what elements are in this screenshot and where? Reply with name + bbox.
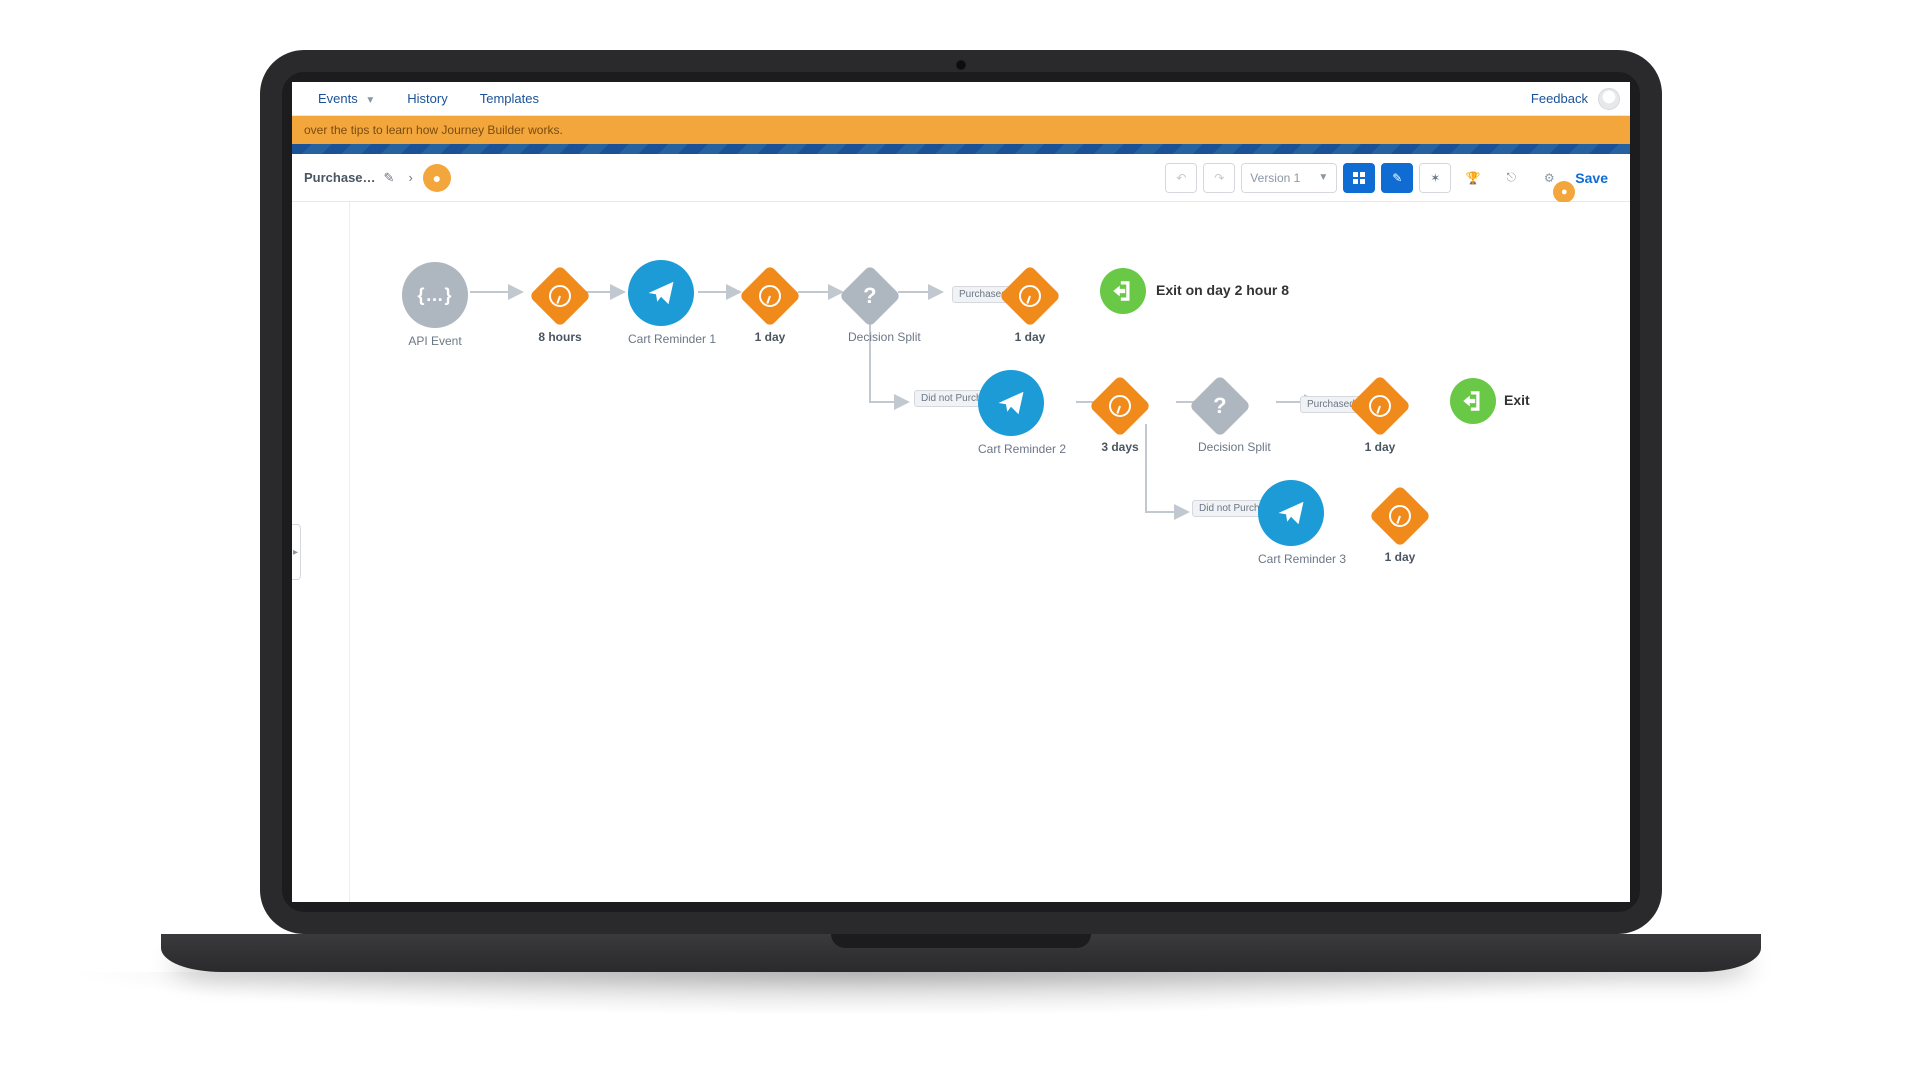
node-label: API Event bbox=[402, 334, 468, 348]
wait-1-day-c[interactable]: 1 day bbox=[1358, 384, 1402, 454]
node-label: 1 day bbox=[1378, 550, 1422, 564]
tips-banner: over the tips to learn how Journey Build… bbox=[292, 116, 1630, 144]
node-label: 1 day bbox=[1008, 330, 1052, 344]
nav-events[interactable]: Events ▼ bbox=[302, 91, 391, 106]
node-label: Decision Split bbox=[848, 330, 921, 344]
tip-coin-icon[interactable]: ● bbox=[423, 164, 451, 192]
node-label: 8 hours bbox=[538, 330, 582, 344]
entry-api-event[interactable]: {…} API Event bbox=[402, 262, 468, 348]
clock-icon bbox=[1109, 395, 1131, 417]
tips-banner-text: over the tips to learn how Journey Build… bbox=[304, 123, 563, 137]
goal-button[interactable]: 🏆 bbox=[1457, 163, 1489, 193]
node-label: Cart Reminder 1 bbox=[628, 332, 716, 346]
node-label: 1 day bbox=[748, 330, 792, 344]
clock-icon bbox=[1019, 285, 1041, 307]
layout-view-button[interactable] bbox=[1343, 163, 1375, 193]
tip-coin-icon: ● bbox=[1553, 181, 1575, 203]
clock-icon bbox=[549, 285, 571, 307]
api-event-icon: {…} bbox=[417, 285, 452, 306]
decision-split-2[interactable]: ? Decision Split bbox=[1198, 384, 1271, 454]
activity-cart-reminder-3[interactable]: Cart Reminder 3 bbox=[1258, 480, 1346, 566]
exit-icon bbox=[1110, 278, 1136, 304]
wait-3-days[interactable]: 3 days bbox=[1098, 384, 1142, 454]
nav-templates[interactable]: Templates bbox=[464, 91, 555, 106]
send-icon bbox=[1276, 498, 1306, 528]
clock-icon bbox=[1389, 505, 1411, 527]
wait-1-day-a[interactable]: 1 day bbox=[748, 274, 792, 344]
edit-title-icon[interactable]: ✎ bbox=[384, 170, 395, 186]
top-nav: Events ▼ History Templates Feedback bbox=[292, 82, 1630, 116]
save-button[interactable]: Save bbox=[1565, 170, 1618, 186]
node-label: 1 day bbox=[1358, 440, 1402, 454]
send-icon bbox=[646, 278, 676, 308]
exit-1[interactable] bbox=[1100, 268, 1146, 314]
undo-button[interactable]: ↶ bbox=[1165, 163, 1197, 193]
node-label: 3 days bbox=[1098, 440, 1142, 454]
journey-title: Purchase… bbox=[304, 170, 376, 185]
version-selector[interactable]: Version 1 ▼ bbox=[1241, 163, 1337, 193]
question-icon: ? bbox=[1213, 393, 1226, 419]
redo-button[interactable]: ↷ bbox=[1203, 163, 1235, 193]
chevron-down-icon: ▼ bbox=[365, 95, 375, 106]
nav-history[interactable]: History bbox=[391, 91, 463, 106]
exit-2-label: Exit bbox=[1504, 392, 1530, 408]
chevron-down-icon: ▼ bbox=[1318, 172, 1328, 183]
node-label: Cart Reminder 3 bbox=[1258, 552, 1346, 566]
exit-2[interactable] bbox=[1450, 378, 1496, 424]
edit-mode-button[interactable]: ✎ bbox=[1381, 163, 1413, 193]
exit-1-label: Exit on day 2 hour 8 bbox=[1156, 282, 1289, 298]
panel-gutter: ▸ bbox=[292, 202, 350, 902]
decision-split-1[interactable]: ? Decision Split bbox=[848, 274, 921, 344]
laptop-camera bbox=[956, 60, 966, 70]
settings-button[interactable]: ⚙ ● bbox=[1533, 163, 1565, 193]
validate-button[interactable]: ✶ bbox=[1419, 163, 1451, 193]
send-icon bbox=[996, 388, 1026, 418]
laptop-base bbox=[161, 934, 1761, 972]
wait-1-day-d[interactable]: 1 day bbox=[1378, 494, 1422, 564]
journey-toolbar: Purchase… ✎ › ● ↶ ↷ Version 1 ▼ ✎ ✶ 🏆 ⎋ bbox=[292, 154, 1630, 202]
version-label: Version 1 bbox=[1250, 171, 1300, 185]
journey-canvas[interactable]: ▸ bbox=[292, 202, 1630, 902]
clock-icon bbox=[1369, 395, 1391, 417]
wait-1-day-b[interactable]: 1 day bbox=[1008, 274, 1052, 344]
layout-icon bbox=[1352, 171, 1366, 185]
wait-8-hours[interactable]: 8 hours bbox=[538, 274, 582, 344]
app-screen: Events ▼ History Templates Feedback over… bbox=[292, 82, 1630, 902]
exit-criteria-button[interactable]: ⎋ bbox=[1495, 163, 1527, 193]
expand-panel-handle[interactable]: ▸ bbox=[292, 524, 301, 580]
node-label: Decision Split bbox=[1198, 440, 1271, 454]
feedback-link[interactable]: Feedback bbox=[1531, 91, 1588, 106]
chevron-right-icon: › bbox=[408, 170, 412, 185]
question-icon: ? bbox=[863, 283, 876, 309]
node-label: Cart Reminder 2 bbox=[978, 442, 1066, 456]
nav-events-label: Events bbox=[318, 91, 358, 106]
decorative-stripe bbox=[292, 144, 1630, 154]
activity-cart-reminder-1[interactable]: Cart Reminder 1 bbox=[628, 260, 716, 346]
exit-icon bbox=[1460, 388, 1486, 414]
gear-icon: ⚙ bbox=[1544, 171, 1555, 185]
activity-cart-reminder-2[interactable]: Cart Reminder 2 bbox=[978, 370, 1066, 456]
clock-icon bbox=[759, 285, 781, 307]
avatar[interactable] bbox=[1598, 88, 1620, 110]
